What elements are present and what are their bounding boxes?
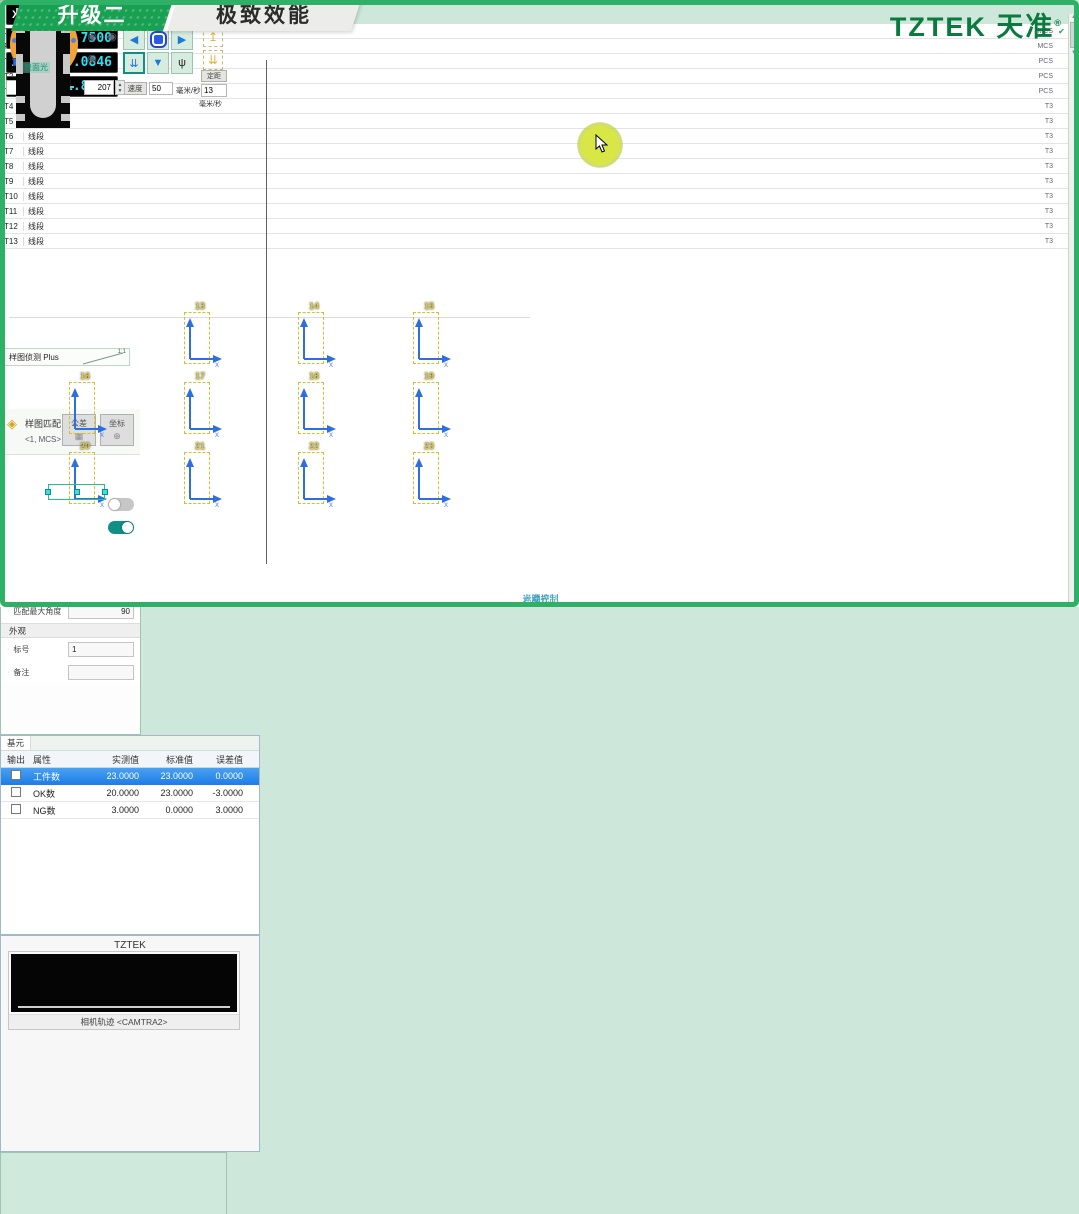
camera-tracks-panel: TZTEK 相机轨迹 <CAMTRA1> 相机轨迹 <CAMTRA2> ▲▼ [0, 935, 260, 1152]
list-item[interactable]: T6 线段 T3 [0, 129, 1068, 144]
svg-text:x: x [329, 500, 333, 509]
note-input[interactable] [68, 665, 134, 680]
program-rows: 1 样图识别 MCS ✔ PCS 坐标系 MCS T1 线段 PCS T2 线段… [0, 24, 1068, 607]
match-marker: 13 x [184, 312, 210, 364]
banner-title: 极致效能 [163, 0, 361, 31]
match-marker: 15 x [413, 312, 439, 364]
list-item[interactable]: T5 线段 T3 [0, 114, 1068, 129]
crosshair-vertical [266, 60, 267, 564]
match-marker: 19 x [413, 382, 439, 434]
step-unit: 毫米/秒 [199, 99, 222, 109]
section-appearance: 外观 [1, 623, 140, 638]
tag-input[interactable] [68, 642, 134, 657]
svg-text:x: x [444, 430, 448, 439]
step-label[interactable]: 定距 [201, 70, 227, 82]
upgrade-badge: 升级二 [11, 0, 173, 31]
manual-measure-toggle[interactable] [108, 498, 134, 511]
output-checkbox[interactable] [11, 770, 21, 780]
list-item[interactable]: T11 线段 T3 [0, 204, 1068, 219]
list-item[interactable]: T12 线段 T3 [0, 219, 1068, 234]
list-item[interactable]: T9 线段 T3 [0, 174, 1068, 189]
light-stepper[interactable]: ▲▼ [115, 80, 125, 95]
tracks-scrollbar[interactable]: ▲▼ [1068, 14, 1079, 605]
NG数[interactable]: NG数 3.0000 0.0000 3.0000 NA, NA [1, 802, 259, 819]
match-tool-icon: ◈ [7, 416, 17, 432]
back-light-icon[interactable]: ◉ [84, 50, 100, 66]
list-item[interactable]: T10 线段 T3 [0, 189, 1068, 204]
jog-left-icon[interactable]: ◀ [123, 28, 145, 50]
match-marker: 23 x [413, 452, 439, 504]
svg-text:x: x [329, 360, 333, 369]
svg-text:x: x [215, 360, 219, 369]
jog-down-fast-icon[interactable]: ⇊ [123, 52, 145, 74]
jog-down-icon[interactable]: ▼ [147, 52, 169, 74]
stop-icon[interactable] [147, 28, 169, 50]
z-down-fast-icon[interactable]: ⇊ [203, 50, 223, 70]
selection-box[interactable] [48, 484, 105, 500]
exposure-panel-label: 曝光 [1, 592, 1079, 605]
template-item[interactable]: 样图侦测 Plus 1:1 [4, 348, 130, 366]
list-item[interactable]: T8 线段 T3 [0, 159, 1068, 174]
speed-label: 速度 [123, 82, 147, 95]
OK数[interactable]: OK数 20.0000 23.0000 -3.0000 NA, NA [1, 785, 259, 802]
tab-primitives[interactable]: 基元 [1, 736, 31, 750]
svg-text:x: x [329, 430, 333, 439]
list-item[interactable]: T13 线段 T3 [0, 234, 1068, 249]
speed-input[interactable] [149, 82, 173, 95]
jog-right-icon[interactable]: ▶ [171, 28, 193, 50]
output-checkbox[interactable] [11, 804, 21, 814]
svg-text:x: x [444, 500, 448, 509]
tracks-title: TZTEK [1, 936, 259, 951]
match-marker: 21 x [184, 452, 210, 504]
match-marker: 18 x [298, 382, 324, 434]
brand-logo: TZTEK 天准® [890, 5, 1063, 44]
match-marker: 14 x [298, 312, 324, 364]
surface-light-label: 表面光 [22, 62, 50, 73]
工件数[interactable]: 工件数 23.0000 23.0000 0.0000 NA, NA [1, 768, 259, 785]
svg-text:x: x [100, 500, 104, 509]
match-marker: 22 x [298, 452, 324, 504]
properties-subtitle: <1, MCS> [25, 435, 61, 444]
list-item[interactable]: T7 线段 T3 [0, 144, 1068, 159]
camera-track-display: 相机轨迹 <CAMTRA2> [8, 951, 240, 1030]
output-checkbox[interactable] [11, 787, 21, 797]
list-item[interactable]: T4 线段 T3 [0, 99, 1068, 114]
properties-title: 样图匹配 [25, 417, 61, 430]
svg-text:x: x [444, 360, 448, 369]
svg-text:x: x [215, 430, 219, 439]
svg-text:x: x [100, 430, 104, 439]
match-marker: 16 x [69, 382, 95, 434]
joystick-icon[interactable]: ψ [171, 52, 193, 74]
mouse-cursor [595, 134, 609, 154]
table-header: 输出 属性 实测值 标准值 误差值 公差值 [1, 751, 259, 768]
svg-text:x: x [215, 500, 219, 509]
light-value-input[interactable] [84, 80, 114, 95]
step-input[interactable] [201, 84, 227, 97]
motion-control-panel: X 22.8644 Y -6.7500 Z 0.0846 表光 61.8000 … [0, 1152, 227, 1214]
speed-unit: 毫米/秒 [176, 85, 201, 96]
active-measure-toggle[interactable] [108, 521, 134, 534]
track-screen [11, 954, 237, 1012]
match-marker: 17 x [184, 382, 210, 434]
results-panel: 基元 输出 属性 实测值 标准值 误差值 公差值 工件数 23.0000 23.… [0, 735, 260, 935]
